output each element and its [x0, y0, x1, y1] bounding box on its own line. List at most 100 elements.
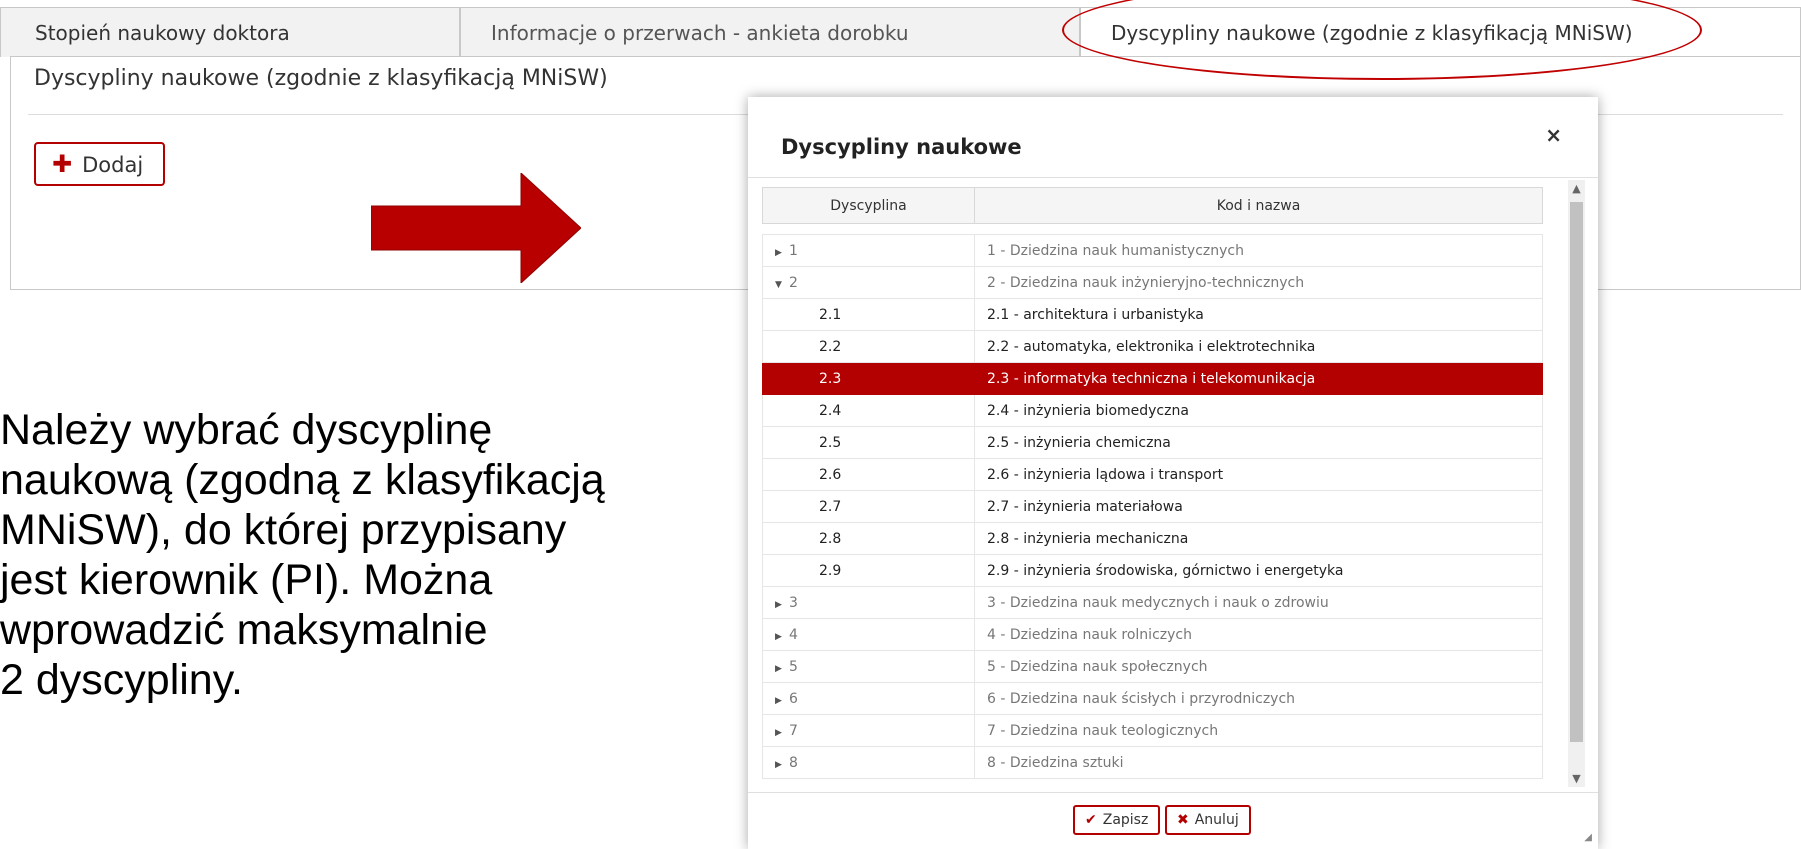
discipline-name-cell: 8 - Dziedzina sztuki	[974, 746, 1543, 779]
discipline-code: 4	[789, 626, 798, 643]
discipline-code-cell: ▼ 2	[762, 266, 975, 299]
caret-right-icon[interactable]: ▶	[775, 664, 789, 674]
discipline-name-cell: 2.5 - inżynieria chemiczna	[974, 426, 1543, 459]
discipline-code-cell: ▶ 8	[762, 746, 975, 779]
discipline-code-cell: ▶ 1	[762, 234, 975, 267]
discipline-code: 1	[789, 242, 798, 259]
discipline-code-cell: 2.6	[762, 458, 975, 491]
discipline-name-cell: 2.2 - automatyka, elektronika i elektrot…	[974, 330, 1543, 363]
dialog-footer-divider	[748, 792, 1598, 793]
discipline-code: 2.1	[819, 306, 842, 323]
caret-right-icon[interactable]: ▶	[775, 760, 789, 770]
discipline-code: 2.3	[819, 370, 842, 387]
add-button[interactable]: ✚ Dodaj	[34, 142, 166, 186]
discipline-code: 5	[789, 658, 798, 675]
caret-right-icon[interactable]: ▶	[775, 632, 789, 642]
cancel-button[interactable]: ✖ Anuluj	[1165, 805, 1251, 835]
table-row[interactable]: 2.9 2.9 - inżynieria środowiska, górnictw…	[762, 554, 1543, 587]
spacer-cell	[762, 223, 975, 235]
close-icon: ✖	[1177, 812, 1189, 828]
table-row[interactable]: 2.4 2.4 - inżynieria biomedyczna	[762, 394, 1543, 427]
discipline-name-cell: 2.1 - architektura i urbanistyka	[974, 298, 1543, 331]
pointer-arrow	[371, 173, 581, 283]
table-spacer	[762, 223, 1543, 235]
discipline-code: 8	[789, 754, 798, 771]
save-button[interactable]: ✔ Zapisz	[1073, 805, 1161, 835]
discipline-code-cell: ▶ 3	[762, 586, 975, 619]
discipline-name-cell: 1 - Dziedzina nauk humanistycznych	[974, 234, 1543, 267]
discipline-code-cell: 2.3	[762, 362, 975, 395]
table-row[interactable]: ▶ 3 3 - Dziedzina nauk medycznych i nauk o…	[762, 586, 1543, 619]
discipline-code-cell: ▶ 6	[762, 682, 975, 715]
table-row[interactable]: 2.6 2.6 - inżynieria lądowa i transport	[762, 458, 1543, 491]
scrollbar-thumb[interactable]	[1570, 202, 1583, 742]
discipline-code: 2.9	[819, 562, 842, 579]
discipline-code-cell: 2.1	[762, 298, 975, 331]
discipline-code: 7	[789, 722, 798, 739]
caret-right-icon[interactable]: ▶	[775, 728, 789, 738]
table-row[interactable]: ▶ 8 8 - Dziedzina sztuki	[762, 746, 1543, 779]
discipline-code: 2	[789, 274, 798, 291]
discipline-code: 2.8	[819, 530, 842, 547]
discipline-code-cell: 2.8	[762, 522, 975, 555]
discipline-code-cell: 2.5	[762, 426, 975, 459]
table-row[interactable]: 2.1 2.1 - architektura i urbanistyka	[762, 298, 1543, 331]
table-row[interactable]: ▶ 5 5 - Dziedzina nauk społecznych	[762, 650, 1543, 683]
discipline-name-cell: 2.7 - inżynieria materiałowa	[974, 490, 1543, 523]
table-row[interactable]: ▶ 7 7 - Dziedzina nauk teologicznych	[762, 714, 1543, 747]
table-row[interactable]: 2.5 2.5 - inżynieria chemiczna	[762, 426, 1543, 459]
discipline-name-cell: 7 - Dziedzina nauk teologicznych	[974, 714, 1543, 747]
discipline-code-cell: ▶ 5	[762, 650, 975, 683]
table-row[interactable]: 2.8 2.8 - inżynieria mechaniczna	[762, 522, 1543, 555]
discipline-code-cell: 2.9	[762, 554, 975, 587]
discipline-name-cell: 2 - Dziedzina nauk inżynieryjno-technicz…	[974, 266, 1543, 299]
table-row[interactable]: 2.2 2.2 - automatyka, elektronika i elekt…	[762, 330, 1543, 363]
instruction-text: Należy wybrać dyscyplinę naukową (zgodną…	[0, 406, 605, 704]
plus-icon: ✚	[52, 150, 73, 178]
spacer-cell	[974, 223, 1543, 235]
table-row[interactable]: ▶ 6 6 - Dziedzina nauk ścisłych i przyrodn…	[762, 682, 1543, 715]
discipline-dialog: Dyscypliny naukowe × Dyscyplina Kod i na…	[748, 97, 1598, 849]
discipline-code: 3	[789, 594, 798, 611]
discipline-name-cell: 2.4 - inżynieria biomedyczna	[974, 394, 1543, 427]
table-row[interactable]: 2.3 2.3 - informatyka techniczna i teleko…	[762, 362, 1543, 395]
tab-stopien-naukowy[interactable]: Stopień naukowy doktora	[0, 7, 460, 57]
caret-right-icon[interactable]: ▶	[775, 600, 789, 610]
resize-handle-icon[interactable]: ◢	[1584, 832, 1592, 843]
discipline-name-cell: 2.3 - informatyka techniczna i telekomun…	[974, 362, 1543, 395]
dialog-header-divider	[748, 177, 1598, 178]
scroll-up-icon[interactable]: ▲	[1568, 180, 1585, 197]
discipline-code: 2.2	[819, 338, 842, 355]
add-button-label: Dodaj	[82, 153, 144, 177]
discipline-code-cell: 2.2	[762, 330, 975, 363]
close-icon[interactable]: ×	[1545, 123, 1562, 147]
discipline-table: Dyscyplina Kod i nazwa ▶ 1 1 - Dziedzina n…	[762, 187, 1543, 779]
caret-down-icon[interactable]: ▼	[775, 280, 789, 290]
discipline-name-cell: 3 - Dziedzina nauk medycznych i nauk o z…	[974, 586, 1543, 619]
table-row[interactable]: ▼ 2 2 - Dziedzina nauk inżynieryjno-techni…	[762, 266, 1543, 299]
save-button-label: Zapisz	[1102, 812, 1149, 828]
discipline-name-cell: 2.6 - inżynieria lądowa i transport	[974, 458, 1543, 491]
discipline-name-cell: 5 - Dziedzina nauk społecznych	[974, 650, 1543, 683]
column-header-kod-i-nazwa[interactable]: Kod i nazwa	[974, 187, 1543, 224]
panel-title: Dyscypliny naukowe (zgodnie z klasyfikac…	[34, 66, 608, 91]
discipline-code-cell: 2.7	[762, 490, 975, 523]
tab-informacje-o-przerwach[interactable]: Informacje o przerwach - ankieta dorobku	[460, 7, 1080, 57]
caret-right-icon[interactable]: ▶	[775, 248, 789, 258]
table-row[interactable]: ▶ 4 4 - Dziedzina nauk rolniczych	[762, 618, 1543, 651]
check-icon: ✔	[1085, 812, 1097, 828]
table-row[interactable]: 2.7 2.7 - inżynieria materiałowa	[762, 490, 1543, 523]
discipline-code: 2.6	[819, 466, 842, 483]
scroll-down-icon[interactable]: ▼	[1568, 770, 1585, 787]
column-header-dyscyplina[interactable]: Dyscyplina	[762, 187, 975, 224]
discipline-name-cell: 6 - Dziedzina nauk ścisłych i przyrodnic…	[974, 682, 1543, 715]
cancel-button-label: Anuluj	[1194, 812, 1239, 828]
scrollbar[interactable]: ▲ ▼	[1568, 180, 1585, 787]
caret-right-icon[interactable]: ▶	[775, 696, 789, 706]
discipline-code: 2.5	[819, 434, 842, 451]
table-row[interactable]: ▶ 1 1 - Dziedzina nauk humanistycznych	[762, 234, 1543, 267]
tab-dyscypliny-naukowe[interactable]: Dyscypliny naukowe (zgodnie z klasyfikac…	[1080, 7, 1801, 57]
discipline-code: 6	[789, 690, 798, 707]
discipline-name-cell: 4 - Dziedzina nauk rolniczych	[974, 618, 1543, 651]
discipline-code: 2.4	[819, 402, 842, 419]
